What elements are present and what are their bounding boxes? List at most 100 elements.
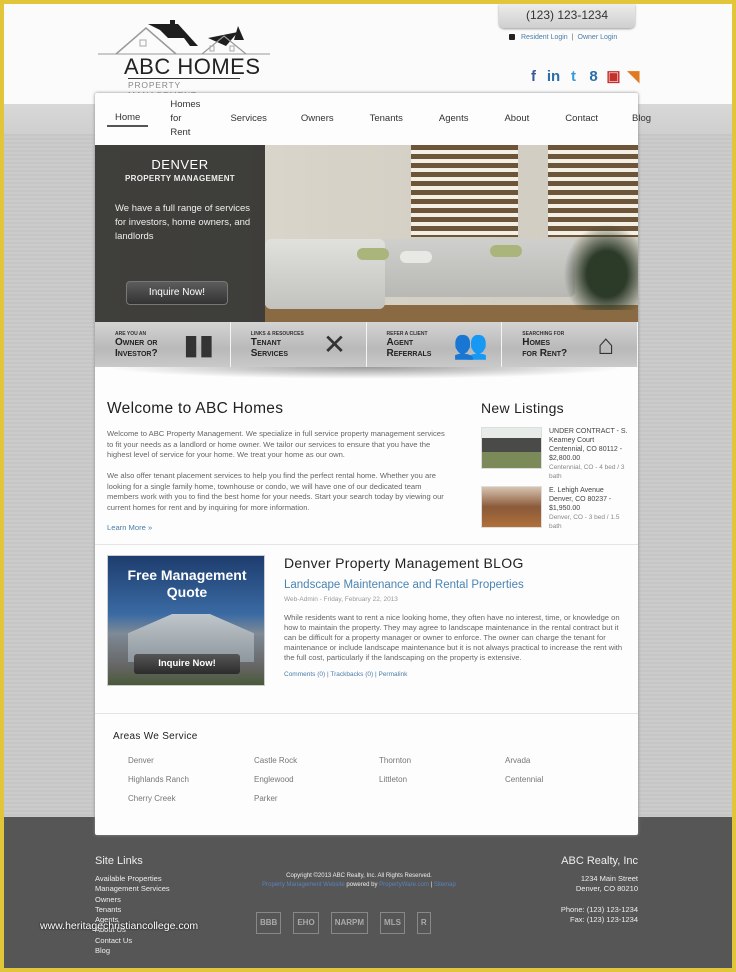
hero-title: DENVER [151,157,209,172]
mls-badge-icon: MLS [380,912,405,934]
site-links: Available Properties Management Services O… [95,874,170,956]
pillow [400,251,432,263]
nav-item-agents[interactable]: Agents [431,112,477,126]
nav-item-owners[interactable]: Owners [293,112,342,126]
login-separator: | [571,34,574,41]
nav-item-contact[interactable]: Contact [557,112,606,126]
nav-item-tenants[interactable]: Tenants [362,112,411,126]
service-tile[interactable]: LINKS & RESOURCES Tenant Services ✕ [230,322,367,367]
footer-link[interactable]: Owners [95,895,170,905]
area-link[interactable]: Centennial [505,775,543,784]
nav-item-blog[interactable]: Blog [624,112,659,126]
footer-link[interactable]: Blog [95,946,170,956]
area-link[interactable]: Highlands Ranch [128,775,189,784]
area-link[interactable]: Littleton [379,775,407,784]
section-divider [95,713,638,714]
tile-heading: Tenant Services [250,337,289,359]
address-line-2: Denver, CO 80210 [575,884,638,893]
link-separator: | [430,882,433,888]
blog-post-title[interactable]: Landscape Maintenance and Rental Propert… [284,579,524,591]
area-link[interactable]: Arvada [505,756,530,765]
comments-link[interactable]: Comments (0) [284,671,325,678]
footer-phone: Phone: (123) 123-1234 [560,905,638,914]
nav-item-services[interactable]: Services [222,112,274,126]
service-tile[interactable]: SEARCHING FOR Homes for Rent? ⌂ [502,322,638,367]
rss-icon[interactable]: ◥ [626,69,641,85]
trackbacks-link[interactable]: Trackbacks (0) [330,671,373,678]
logo[interactable]: ABC HOMES PROPERTY MANAGEMENT [98,18,270,100]
listing-photo[interactable] [481,486,542,528]
pillow [490,245,522,257]
powered-by: Property Management Website powered by P… [244,882,474,888]
footer-fax: Fax: (123) 123-1234 [570,915,638,924]
promo-inquire-button[interactable]: Inquire Now! [134,654,240,674]
logo-brand: ABC HOMES [124,54,261,79]
listing-details: Denver, CO - 3 bed / 1.5 bath [549,514,620,530]
nav-item-homes-for-rent[interactable]: Homes for Rent [162,98,208,140]
narpm-badge-icon: NARPM [330,912,369,934]
pm-website-link[interactable]: Property Management Website [262,882,345,888]
listing-item[interactable]: UNDER CONTRACT - S. Kearney Court Centen… [481,427,631,480]
area-link[interactable]: Parker [254,794,278,803]
linkedin-icon[interactable]: in [546,69,561,85]
service-tiles: ARE YOU AN Owner or Investor? ▮▮ LINKS & RES… [95,322,638,367]
roofline-icon [98,20,270,55]
address-line-1: 1234 Main Street [580,874,638,883]
company-name: ABC Realty, Inc [561,855,638,867]
footer-link[interactable]: Management Services [95,884,170,894]
tile-heading: Agent Referrals [386,337,432,359]
permalink-link[interactable]: Permalink [378,671,407,678]
company-contact: Phone: (123) 123-1234 Fax: (123) 123-123… [534,905,638,925]
listing-item[interactable]: E. Lehigh Avenue Denver, CO 80237 - $1,9… [481,486,631,532]
listing-details: Centennial, CO - 4 bed / 3 bath [549,464,625,480]
propertyware-link[interactable]: PropertyWare.com [379,882,429,888]
promo-title: Free Management Quote [127,567,247,600]
nav-item-home[interactable]: Home [107,111,149,127]
hero-subtitle: PROPERTY MANAGEMENT [124,174,235,183]
service-tile[interactable]: REFER A CLIENT Agent Referrals 👥 [366,322,503,367]
blog-post-body: While residents want to rent a nice look… [284,613,623,662]
sitemap-link[interactable]: Sitemap [434,882,456,888]
area-link[interactable]: Cherry Creek [128,794,176,803]
link-separator: | [374,671,377,678]
hero-inquire-button[interactable]: Inquire Now! [126,281,228,305]
listing-photo[interactable] [481,427,542,469]
twitter-icon[interactable]: t [566,69,581,85]
google-icon[interactable]: 8 [586,69,601,85]
main-nav: Home Homes for Rent Services Owners Tenants A… [95,93,651,145]
area-link[interactable]: Englewood [254,775,294,784]
listing-headline[interactable]: E. Lehigh Avenue Denver, CO 80237 - $1,9… [549,487,611,512]
powered-text: powered by [346,882,378,888]
tile-heading: Owner or Investor? [115,337,158,359]
link-separator: | [327,671,329,678]
eho-badge-icon: EHO [293,912,319,934]
hero-description: We have a full range of services for inv… [115,203,251,242]
welcome-title: Welcome to ABC Homes [107,400,284,417]
tools-icon: ✕ [322,329,347,360]
area-link[interactable]: Thornton [379,756,411,765]
service-tile[interactable]: ARE YOU AN Owner or Investor? ▮▮ [95,322,231,367]
area-link[interactable]: Denver [128,756,154,765]
tiles-shadow [105,367,628,379]
learn-more-link[interactable]: Learn More » [107,523,152,532]
pillow [357,248,389,260]
resident-login-link[interactable]: Resident Login [521,34,568,41]
hero-overlay: DENVER PROPERTY MANAGEMENT We have a ful… [95,145,265,322]
owner-login-link[interactable]: Owner Login [578,34,618,41]
free-quote-banner[interactable]: Free Management Quote Inquire Now! [107,555,265,686]
footer-link[interactable]: Contact Us [95,936,170,946]
footer-link[interactable]: Tenants [95,905,170,915]
phone-number: (123) 123-1234 [499,4,635,28]
nav-item-about[interactable]: About [496,112,537,126]
social-links: f in t 8 ▣ ◥ [526,69,641,85]
listing-headline[interactable]: UNDER CONTRACT - S. Kearney Court Centen… [549,428,627,462]
affiliation-badges: BBB EHO NARPM MLS R [256,912,431,934]
watermark: www.heritagechristiancollege.com [40,920,199,932]
hero-plant [560,220,638,310]
youtube-icon[interactable]: ▣ [606,69,621,85]
area-link[interactable]: Castle Rock [254,756,297,765]
house-icon: ⌂ [597,329,615,360]
main-panel: Home Homes for Rent Services Owners Tenants A… [95,93,651,835]
footer-link[interactable]: Available Properties [95,874,170,884]
facebook-icon[interactable]: f [526,69,541,85]
